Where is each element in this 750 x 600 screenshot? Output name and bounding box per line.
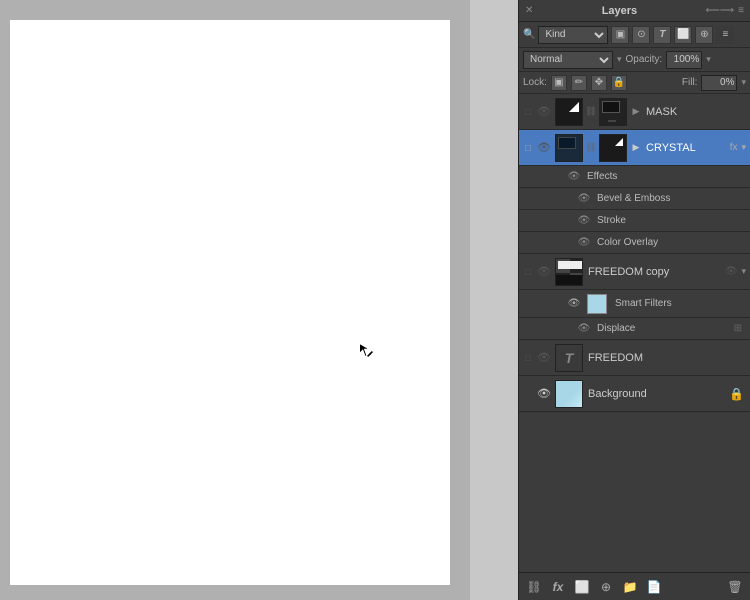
color-overlay-visibility-icon[interactable]: 👁	[575, 237, 593, 248]
type-filter-icon[interactable]: T	[653, 26, 671, 44]
lock-label: Lock:	[523, 77, 547, 88]
crystal-mask-thumb	[599, 134, 627, 162]
freedom-copy-visibility-icon[interactable]: 👁	[535, 265, 553, 278]
search-icon: 🔍	[523, 29, 535, 40]
lock-move-icon[interactable]: ✥	[591, 75, 607, 91]
freedom-copy-expand-icon: ▾	[741, 266, 748, 277]
adjustment-filter-icon[interactable]: ⊙	[632, 26, 650, 44]
crystal-smart-icon: ▶	[629, 141, 643, 155]
stroke-visibility-icon[interactable]: 👁	[575, 215, 593, 226]
blend-arrow-icon: ▾	[617, 54, 622, 65]
crystal-visibility-icon[interactable]: 👁	[535, 141, 553, 154]
background-visibility-icon[interactable]: 👁	[535, 387, 553, 400]
panel-collapse-icon[interactable]: ⟵⟶	[705, 5, 734, 16]
add-style-button[interactable]: fx	[547, 576, 569, 598]
background-layer-name: Background	[585, 388, 729, 400]
filter-kind-select[interactable]: Kind	[538, 26, 608, 44]
lock-transparent-icon[interactable]: ▣	[551, 75, 567, 91]
fill-input[interactable]	[701, 75, 737, 91]
layer-row-crystal[interactable]: □ 👁 ⛓ ▶ CRYSTAL fx ▾	[519, 130, 750, 166]
background-lock-icon: 🔒	[729, 387, 748, 401]
filter-toggle-icon[interactable]: ≡	[716, 26, 734, 44]
pixel-filter-icon[interactable]: ▣	[611, 26, 629, 44]
blend-row: Normal ▾ Opacity: ▾	[519, 48, 750, 72]
mask-checkbox[interactable]: □	[521, 107, 535, 117]
smart-filters-label: Smart Filters	[611, 298, 748, 309]
color-overlay-label: Color Overlay	[593, 237, 748, 248]
crystal-expand-icon: ▾	[741, 142, 748, 153]
panel-titlebar: ✕ Layers ⟵⟶ ≡	[519, 0, 750, 22]
smart-filters-thumb	[587, 294, 607, 314]
freedom-layer-name: FREEDOM	[585, 352, 748, 364]
freedom-visibility-icon[interactable]: 👁	[535, 351, 553, 364]
layer-row-freedom-copy[interactable]: □ 👁 FREEDOM copy 👁 ▾	[519, 254, 750, 290]
bevel-emboss-item[interactable]: 👁 Bevel & Emboss	[519, 188, 750, 210]
layer-row-freedom[interactable]: □ 👁 T FREEDOM	[519, 340, 750, 376]
smart-filters-item[interactable]: 👁 Smart Filters	[519, 290, 750, 318]
new-group-button[interactable]: 📁	[619, 576, 641, 598]
background-thumb	[555, 380, 583, 408]
layer-row-background[interactable]: 👁 Background 🔒	[519, 376, 750, 412]
lock-brush-icon[interactable]: ✏	[571, 75, 587, 91]
blend-mode-select[interactable]: Normal	[523, 51, 613, 69]
freedom-copy-checkbox[interactable]: □	[521, 267, 535, 277]
stroke-item[interactable]: 👁 Stroke	[519, 210, 750, 232]
mask-thumb	[555, 98, 583, 126]
canvas-area	[0, 0, 470, 600]
mask-link-icon: ⛓	[585, 106, 597, 117]
panel-close-icon[interactable]: ✕	[525, 5, 533, 16]
color-overlay-item[interactable]: 👁 Color Overlay	[519, 232, 750, 254]
lock-row: Lock: ▣ ✏ ✥ 🔒 Fill: ▾	[519, 72, 750, 94]
smart-filters-visibility-icon[interactable]: 👁	[565, 298, 583, 309]
displace-visibility-icon[interactable]: 👁	[575, 323, 593, 334]
delete-layer-button[interactable]: 🗑	[724, 576, 746, 598]
crystal-fx-icon[interactable]: fx	[730, 142, 742, 153]
add-mask-button[interactable]: ⬜	[571, 576, 593, 598]
crystal-checkbox[interactable]: □	[521, 143, 535, 153]
panel-menu-icon[interactable]: ≡	[738, 5, 744, 16]
displace-label: Displace	[593, 323, 734, 334]
mask-visibility-icon[interactable]: 👁	[535, 105, 553, 118]
effects-header[interactable]: 👁 Effects	[519, 166, 750, 188]
displace-settings-icon[interactable]: ⊞	[734, 323, 748, 334]
effects-label: Effects	[583, 171, 748, 182]
freedom-copy-layer-name: FREEDOM copy	[585, 266, 725, 278]
bevel-emboss-label: Bevel & Emboss	[593, 193, 748, 204]
fill-label: Fill:	[682, 77, 698, 88]
fill-arrow-icon: ▾	[741, 77, 746, 88]
link-layers-button[interactable]: ⛓	[523, 576, 545, 598]
adjustment-button[interactable]: ⊕	[595, 576, 617, 598]
mask-layer-name: MASK	[643, 106, 748, 118]
stroke-label: Stroke	[593, 215, 748, 226]
layer-row-mask[interactable]: □ 👁 ⛓ ▶ MASK	[519, 94, 750, 130]
mask-layer-thumb2	[599, 98, 627, 126]
mask-smart-icon: ▶	[629, 105, 643, 119]
layers-list: □ 👁 ⛓ ▶ MASK □	[519, 94, 750, 572]
smart-filter-icon[interactable]: ⊕	[695, 26, 713, 44]
effects-visibility-icon[interactable]: 👁	[565, 171, 583, 182]
opacity-label: Opacity:	[626, 54, 663, 65]
opacity-arrow-icon: ▾	[706, 54, 711, 65]
freedom-checkbox[interactable]: □	[521, 353, 535, 363]
shape-filter-icon[interactable]: ⬜	[674, 26, 692, 44]
freedom-thumb: T	[555, 344, 583, 372]
opacity-input[interactable]	[666, 51, 702, 69]
canvas-white	[10, 20, 450, 585]
filter-row: 🔍 Kind ▣ ⊙ T ⬜ ⊕ ≡	[519, 22, 750, 48]
freedom-copy-thumb	[555, 258, 583, 286]
crystal-link-icon: ⛓	[585, 142, 597, 153]
freedom-copy-visibility2-icon[interactable]: 👁	[725, 266, 742, 277]
crystal-layer-name: CRYSTAL	[643, 142, 730, 154]
new-layer-button[interactable]: 📄	[643, 576, 665, 598]
bevel-visibility-icon[interactable]: 👁	[575, 193, 593, 204]
bottom-toolbar: ⛓ fx ⬜ ⊕ 📁 📄 🗑	[519, 572, 750, 600]
panel-title: Layers	[602, 5, 637, 17]
layers-panel: ✕ Layers ⟵⟶ ≡ 🔍 Kind ▣ ⊙ T ⬜ ⊕ ≡ Normal …	[518, 0, 750, 600]
lock-all-icon[interactable]: 🔒	[611, 75, 627, 91]
displace-item[interactable]: 👁 Displace ⊞	[519, 318, 750, 340]
crystal-thumb	[555, 134, 583, 162]
